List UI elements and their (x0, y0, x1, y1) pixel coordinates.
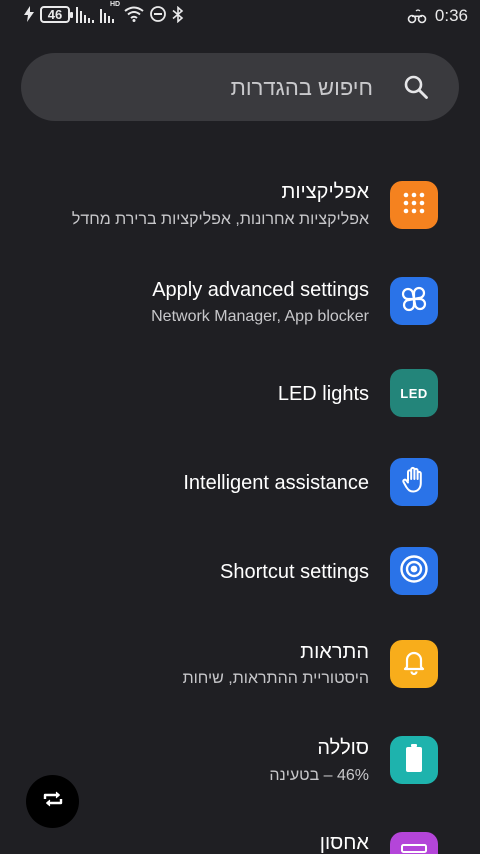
setting-title: LED lights (277, 383, 369, 405)
charging-bolt-icon (24, 5, 34, 23)
setting-title: סוללה (317, 737, 369, 759)
status-right: 0:36 (407, 6, 468, 26)
apps-grid-icon (403, 192, 425, 219)
advanced-tile (390, 277, 438, 325)
wifi-icon (124, 5, 144, 23)
status-bar: 46 HD 0:36 (0, 0, 480, 32)
setting-subtitle: אפליקציות אחרונות, אפליקציות ברירת מחדל (71, 211, 369, 228)
setting-led-lights[interactable]: LED LED lights (0, 364, 480, 424)
hand-icon (401, 466, 427, 499)
setting-title: Intelligent assistance (183, 472, 369, 494)
setting-title: אפליקציות (281, 181, 369, 203)
target-icon (399, 554, 429, 589)
setting-title: Shortcut settings (220, 561, 369, 583)
shortcut-tile (390, 547, 438, 595)
notifications-tile (390, 640, 438, 688)
bluetooth-icon (172, 5, 184, 23)
status-left: 46 HD (24, 1, 184, 23)
storage-icon (401, 843, 427, 854)
setting-title: התראות (300, 641, 369, 663)
setting-advanced[interactable]: Apply advanced settings Network Manager,… (0, 266, 480, 338)
clover-icon (400, 285, 428, 318)
bell-icon (402, 649, 426, 680)
vowifi-icon (407, 7, 427, 25)
assistance-tile (390, 458, 438, 506)
signal-icon (76, 5, 94, 23)
rotate-button[interactable] (26, 775, 79, 828)
setting-title: אחסון (319, 832, 369, 854)
battery-tile (390, 736, 438, 784)
storage-tile (390, 832, 438, 854)
setting-subtitle: 46% – בטעינה (269, 767, 369, 784)
setting-apps[interactable]: אפליקציות אפליקציות אחרונות, אפליקציות ב… (0, 170, 480, 242)
search-icon (403, 74, 429, 100)
setting-intelligent-assistance[interactable]: Intelligent assistance (0, 452, 480, 512)
led-tile: LED (390, 369, 438, 417)
setting-subtitle: Network Manager, App blocker (151, 308, 369, 325)
battery-icon: 46 (40, 5, 73, 23)
setting-subtitle: היסטוריית ההתראות, שיחות (182, 670, 369, 687)
setting-notifications[interactable]: התראות היסטוריית ההתראות, שיחות (0, 628, 480, 700)
clock: 0:36 (434, 6, 468, 25)
led-icon: LED (400, 385, 428, 401)
setting-storage[interactable]: אחסון (0, 820, 480, 854)
battery-icon (405, 743, 423, 777)
hd-badge: HD (110, 1, 121, 8)
signal-hd-icon: HD (100, 1, 120, 23)
setting-title: Apply advanced settings (152, 279, 369, 301)
apps-tile (390, 181, 438, 229)
battery-level: 46 (47, 6, 63, 22)
search-bar[interactable]: חיפוש בהגדרות (21, 53, 459, 121)
setting-shortcut[interactable]: Shortcut settings (0, 541, 480, 601)
rotate-icon (42, 790, 64, 813)
do-not-disturb-icon (150, 5, 166, 23)
search-placeholder: חיפוש בהגדרות (230, 75, 373, 100)
